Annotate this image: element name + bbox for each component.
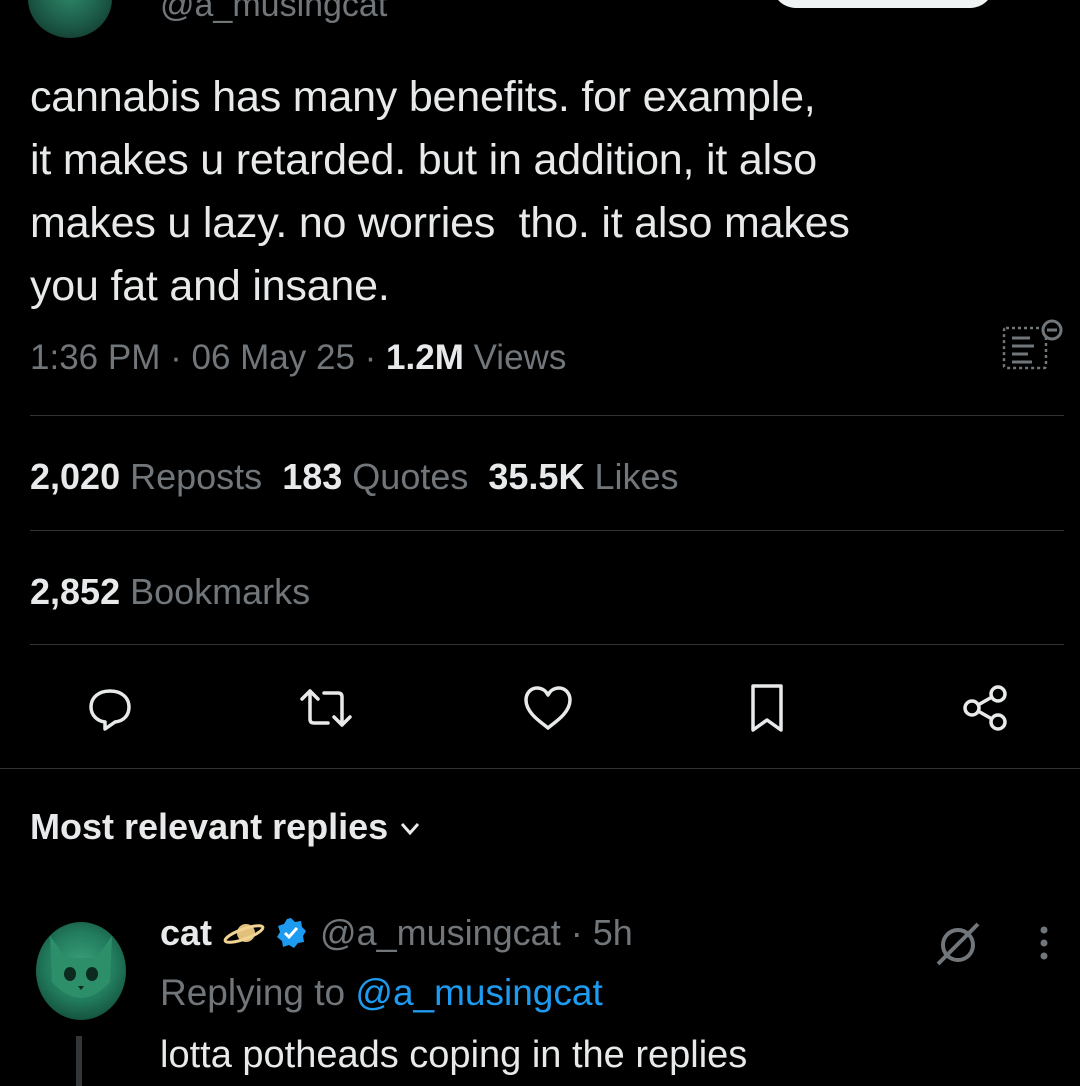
stats-row: 2,020 Reposts 183 Quotes 35.5K Likes bbox=[30, 456, 679, 498]
tweet-text-line: makes u lazy. no worries tho. it also ma… bbox=[30, 199, 850, 247]
repost-icon bbox=[300, 689, 352, 727]
divider bbox=[30, 530, 1064, 531]
thread-line bbox=[76, 1036, 82, 1086]
likes-stat[interactable]: 35.5K Likes bbox=[488, 456, 678, 497]
reply-author-handle[interactable]: @a_musingcat bbox=[320, 912, 561, 954]
bookmark-icon bbox=[751, 684, 783, 732]
quotes-label: Quotes bbox=[352, 456, 469, 497]
tweet-text-line: it makes u retarded. but in addition, it… bbox=[30, 136, 817, 184]
reply-header: cat @a_musingcat · 5h bbox=[160, 912, 633, 954]
reply-button[interactable] bbox=[80, 678, 140, 738]
share-button[interactable] bbox=[956, 678, 1016, 738]
grok-icon[interactable] bbox=[932, 918, 984, 970]
likes-label: Likes bbox=[594, 456, 679, 497]
tweet-text: cannabis has many benefits. for example,… bbox=[30, 66, 1030, 318]
bookmarks-count: 2,852 bbox=[30, 571, 121, 612]
replying-to-mention[interactable]: @a_musingcat bbox=[355, 972, 602, 1013]
replies-title: Most relevant replies bbox=[30, 806, 389, 847]
planet-icon bbox=[223, 924, 265, 944]
tweet-text-line: you fat and insane. bbox=[30, 262, 390, 310]
bookmark-button[interactable] bbox=[737, 678, 797, 738]
reply-text: lotta potheads coping in the replies bbox=[160, 1034, 748, 1076]
meta-separator: · bbox=[570, 912, 583, 953]
meta-separator: · bbox=[364, 338, 377, 377]
reply-age[interactable]: 5h bbox=[593, 912, 633, 954]
like-icon bbox=[524, 686, 572, 730]
repost-button[interactable] bbox=[296, 678, 356, 738]
reply-author-name[interactable]: cat bbox=[160, 912, 212, 954]
replying-to-line: Replying to @a_musingcat bbox=[160, 972, 603, 1014]
chevron-down-icon bbox=[401, 823, 420, 836]
analytics-icon[interactable] bbox=[1000, 318, 1068, 378]
like-button[interactable] bbox=[518, 678, 578, 738]
replies-sort-dropdown[interactable]: Most relevant replies bbox=[30, 806, 422, 848]
meta-separator: · bbox=[170, 338, 182, 377]
views-label: Views bbox=[473, 338, 567, 377]
reply-icon bbox=[89, 689, 131, 731]
replying-prefix: Replying to bbox=[160, 972, 346, 1013]
divider bbox=[30, 644, 1064, 645]
more-options-icon[interactable] bbox=[1032, 920, 1056, 970]
views-count: 1.2M bbox=[386, 338, 464, 377]
bookmarks-label: Bookmarks bbox=[130, 571, 311, 612]
tweet-date[interactable]: 06 May 25 bbox=[191, 338, 354, 377]
reposts-count: 2,020 bbox=[30, 456, 121, 497]
tweet-meta: 1:36 PM · 06 May 25 · 1.2M Views bbox=[30, 338, 566, 378]
author-avatar[interactable] bbox=[28, 0, 112, 38]
quotes-count: 183 bbox=[282, 456, 343, 497]
reposts-stat[interactable]: 2,020 Reposts bbox=[30, 456, 262, 497]
likes-count: 35.5K bbox=[488, 456, 585, 497]
follow-button[interactable] bbox=[772, 0, 994, 8]
tweet-time[interactable]: 1:36 PM bbox=[30, 338, 160, 377]
author-handle[interactable]: @a_musingcat bbox=[160, 0, 387, 22]
reposts-label: Reposts bbox=[130, 456, 263, 497]
share-icon bbox=[963, 685, 1007, 731]
tweet-text-line: cannabis has many benefits. for example, bbox=[30, 73, 816, 121]
quotes-stat[interactable]: 183 Quotes bbox=[282, 456, 468, 497]
divider bbox=[30, 415, 1064, 416]
bookmarks-stat[interactable]: 2,852 Bookmarks bbox=[30, 571, 310, 613]
reply-avatar[interactable] bbox=[36, 922, 126, 1020]
verified-badge-icon bbox=[277, 918, 307, 948]
divider bbox=[0, 768, 1080, 769]
